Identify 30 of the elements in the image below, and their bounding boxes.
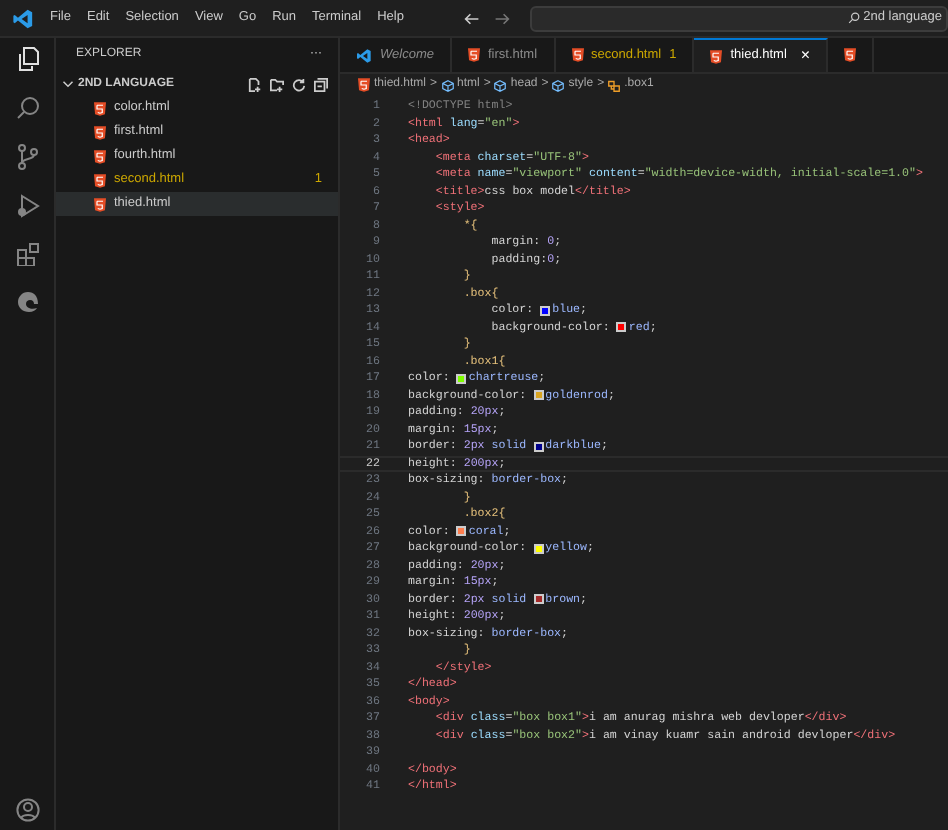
run-debug-icon[interactable] [15, 194, 39, 218]
vscode-logo-icon [12, 7, 34, 29]
collapse-all-icon[interactable] [314, 77, 328, 91]
close-icon[interactable]: × [800, 48, 811, 64]
source-control-icon[interactable] [16, 144, 38, 170]
html-file-icon [571, 48, 584, 62]
html-file-icon [467, 48, 480, 62]
class-icon [608, 79, 621, 91]
search-icon[interactable] [15, 96, 39, 120]
forward-arrow-icon[interactable] [493, 11, 510, 25]
vscode-logo-icon [356, 47, 372, 63]
html-file-icon [358, 78, 370, 92]
html-file-icon [94, 149, 106, 163]
html-file-icon [94, 101, 106, 115]
html-file-icon [94, 197, 106, 211]
cube-icon [441, 79, 454, 91]
html-file-icon [710, 49, 723, 63]
html-file-icon [94, 125, 106, 139]
new-folder-icon[interactable] [270, 77, 284, 91]
refresh-icon[interactable] [292, 77, 306, 91]
cube-icon [552, 79, 565, 91]
new-file-icon[interactable] [248, 77, 262, 91]
account-icon[interactable] [15, 798, 39, 822]
html-file-icon [94, 173, 106, 187]
cube-icon [494, 79, 507, 91]
html-file-icon [844, 48, 857, 62]
extensions-icon[interactable] [15, 242, 39, 266]
search-icon [847, 12, 860, 24]
files-icon[interactable] [15, 46, 39, 72]
back-arrow-icon[interactable] [463, 11, 480, 25]
